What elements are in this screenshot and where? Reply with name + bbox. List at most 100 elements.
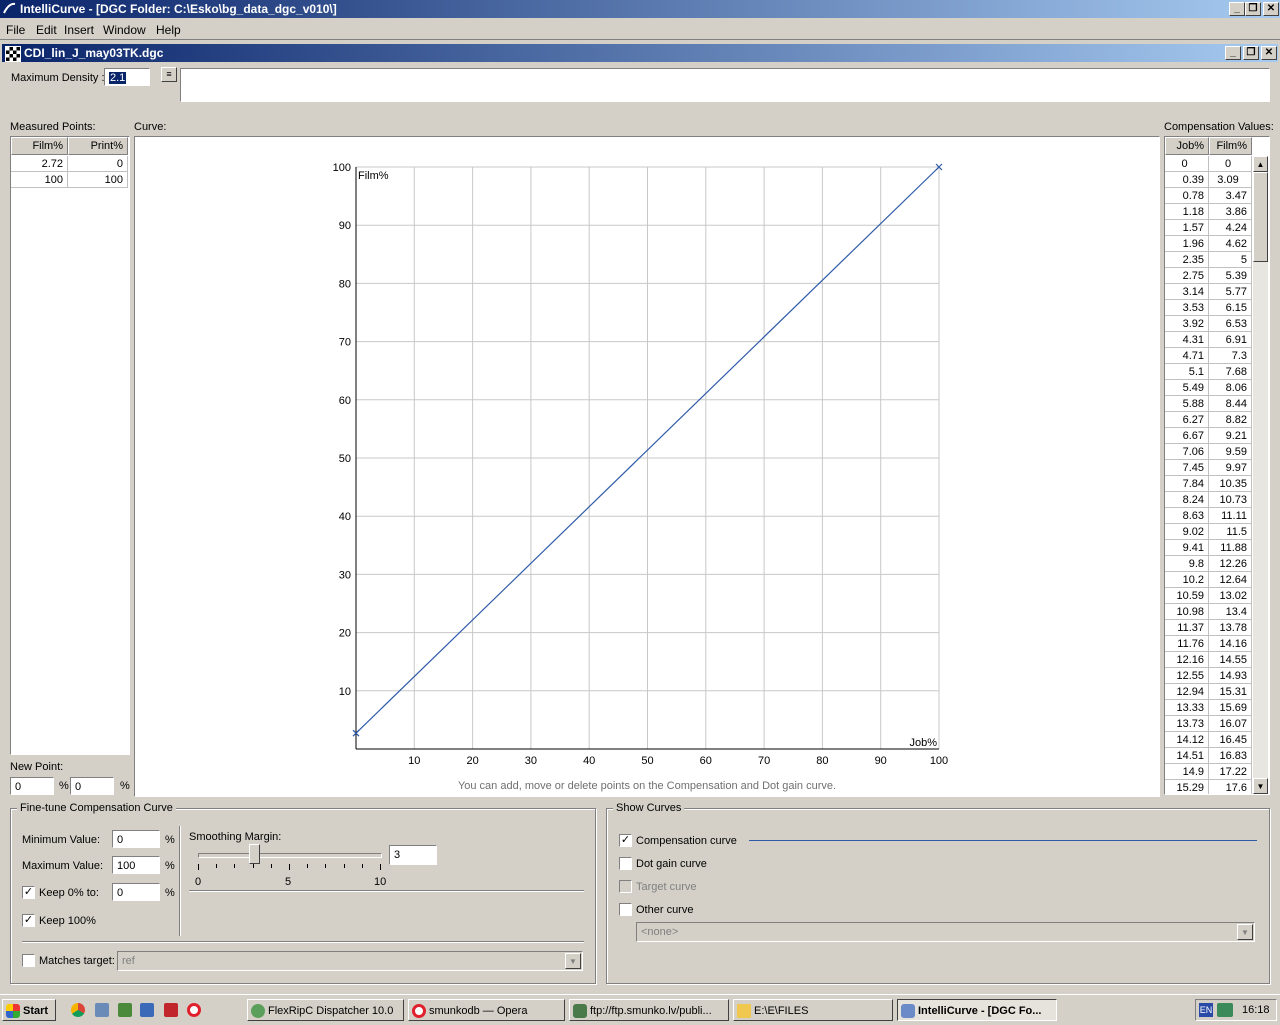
comp-cell[interactable]: 0.78 [1165,188,1209,204]
density-note-field[interactable] [180,68,1270,102]
comp-cell[interactable]: 2.35 [1165,252,1209,268]
start-button[interactable]: Start [2,999,56,1021]
comp-cell[interactable]: 6.27 [1165,412,1209,428]
compensation-values-table[interactable]: Job% Film% 0 0 0.39 3.09 0.78 3.47 1.18 3.86 1.5… [1164,136,1270,795]
menu-help[interactable]: Help [156,23,181,37]
comp-cell[interactable]: 3.86 [1209,204,1252,220]
comp-cell[interactable]: 8.06 [1209,380,1252,396]
comp-cell[interactable]: 16.45 [1209,732,1252,748]
chevron-down-icon[interactable]: ▼ [1237,924,1253,940]
comp-cell[interactable]: 10.2 [1165,572,1209,588]
comp-cell[interactable]: 15.69 [1209,700,1252,716]
curve-panel[interactable]: 10 20 30 40 50 60 70 80 90 100 10 20 30 40 50 60 70 80 90 1… [134,136,1160,797]
keep100-checkbox[interactable]: ✓ [22,914,35,927]
comp-header-job[interactable]: Job% [1165,137,1209,155]
comp-cell[interactable]: 6.91 [1209,332,1252,348]
comp-cell[interactable]: 15.29 [1165,780,1209,794]
comp-cell[interactable]: 10.35 [1209,476,1252,492]
comp-cell[interactable]: 5.88 [1165,396,1209,412]
comp-cell[interactable]: 11.37 [1165,620,1209,636]
comp-cell[interactable]: 5.49 [1165,380,1209,396]
comp-cell[interactable]: 14.55 [1209,652,1252,668]
task-intellicurve[interactable]: IntelliCurve - [DGC Fo... [897,999,1057,1021]
comp-cell[interactable]: 8.63 [1165,508,1209,524]
network-icon[interactable] [1217,1003,1233,1017]
target-curve-checkbox[interactable] [619,880,632,893]
smoothing-slider-handle[interactable] [248,844,260,864]
comp-cell[interactable]: 12.26 [1209,556,1252,572]
comp-cell[interactable]: 7.84 [1165,476,1209,492]
comp-cell[interactable]: 12.55 [1165,668,1209,684]
comp-header-film[interactable]: Film% [1209,137,1252,155]
comp-cell[interactable]: 4.71 [1165,348,1209,364]
comp-cell[interactable]: 5.1 [1165,364,1209,380]
comp-cell[interactable]: 12.16 [1165,652,1209,668]
new-point-y-input[interactable]: 0 [70,777,114,795]
comp-cell[interactable]: 17.6 [1209,780,1252,794]
comp-cell[interactable]: 16.83 [1209,748,1252,764]
doc-restore-icon[interactable]: ❐ [1243,46,1259,60]
keep0-checkbox[interactable]: ✓ [22,886,35,899]
comp-cell[interactable]: 11.76 [1165,636,1209,652]
comp-cell[interactable]: 9.59 [1209,444,1252,460]
comp-cell[interactable]: 11.11 [1209,508,1252,524]
app-launcher-icon[interactable] [140,1003,154,1017]
measured-points-table[interactable]: Film% Print% 2.72 0 100 100 [10,136,130,755]
comp-cell[interactable]: 5 [1209,252,1252,268]
comp-cell[interactable]: 3.47 [1209,188,1252,204]
comp-cell[interactable]: 3.53 [1165,300,1209,316]
comp-cell[interactable]: 0 [1165,156,1209,172]
comp-cell[interactable]: 12.94 [1165,684,1209,700]
dotgain-curve-checkbox[interactable] [619,857,632,870]
doc-close-icon[interactable]: ✕ [1261,46,1277,60]
comp-cell[interactable]: 13.33 [1165,700,1209,716]
comp-cell[interactable]: 5.77 [1209,284,1252,300]
comp-cell[interactable]: 4.31 [1165,332,1209,348]
language-indicator[interactable]: EN [1199,1003,1213,1017]
comp-cell[interactable]: 8.44 [1209,396,1252,412]
other-curve-select[interactable]: <none> ▼ [636,922,1255,942]
chevron-down-icon[interactable]: ▼ [565,953,581,969]
comp-cell[interactable]: 2.75 [1165,268,1209,284]
comp-cell[interactable]: 6.53 [1209,316,1252,332]
task-opera[interactable]: smunkodb — Opera [408,999,565,1021]
measured-cell[interactable]: 0 [68,156,128,172]
max-value-input[interactable]: 100 [112,856,160,874]
comp-cell[interactable]: 17.22 [1209,764,1252,780]
comp-cell[interactable]: 10.73 [1209,492,1252,508]
comp-cell[interactable]: 8.24 [1165,492,1209,508]
comp-cell[interactable]: 8.82 [1209,412,1252,428]
comp-cell[interactable]: 3.14 [1165,284,1209,300]
minimize-icon[interactable]: _ [1229,2,1245,16]
measured-header-print[interactable]: Print% [68,137,128,155]
comp-cell[interactable]: 9.8 [1165,556,1209,572]
comp-cell[interactable]: 0.39 [1165,172,1209,188]
comp-cell[interactable]: 14.16 [1209,636,1252,652]
max-density-input[interactable]: 2.1 [104,68,150,86]
recycle-icon[interactable] [118,1003,132,1017]
task-ftp[interactable]: ftp://ftp.smunko.lv/publi... [569,999,729,1021]
comp-cell[interactable]: 15.31 [1209,684,1252,700]
measured-cell[interactable]: 100 [11,172,68,188]
matches-target-checkbox[interactable] [22,954,35,967]
menu-window[interactable]: Window [103,23,146,37]
comp-cell[interactable]: 7.3 [1209,348,1252,364]
comp-cell[interactable]: 9.97 [1209,460,1252,476]
comp-cell[interactable]: 9.02 [1165,524,1209,540]
doc-minimize-icon[interactable]: _ [1225,46,1241,60]
comp-scrollbar[interactable]: ▲ ▼ [1253,156,1268,794]
comp-cell[interactable]: 1.18 [1165,204,1209,220]
comp-cell[interactable]: 11.5 [1209,524,1252,540]
comp-cell[interactable]: 6.67 [1165,428,1209,444]
measured-cell[interactable]: 2.72 [11,156,68,172]
comp-cell[interactable]: 10.98 [1165,604,1209,620]
smoothing-track[interactable] [198,853,382,858]
menu-file[interactable]: File [6,23,25,37]
task-flexripc[interactable]: FlexRipC Dispatcher 10.0 [247,999,404,1021]
scroll-down-icon[interactable]: ▼ [1253,778,1268,794]
comp-cell[interactable]: 9.41 [1165,540,1209,556]
keep0-input[interactable]: 0 [112,883,160,901]
opera-icon[interactable] [187,1003,201,1017]
menu-edit[interactable]: Edit [36,23,57,37]
comp-cell[interactable]: 6.15 [1209,300,1252,316]
